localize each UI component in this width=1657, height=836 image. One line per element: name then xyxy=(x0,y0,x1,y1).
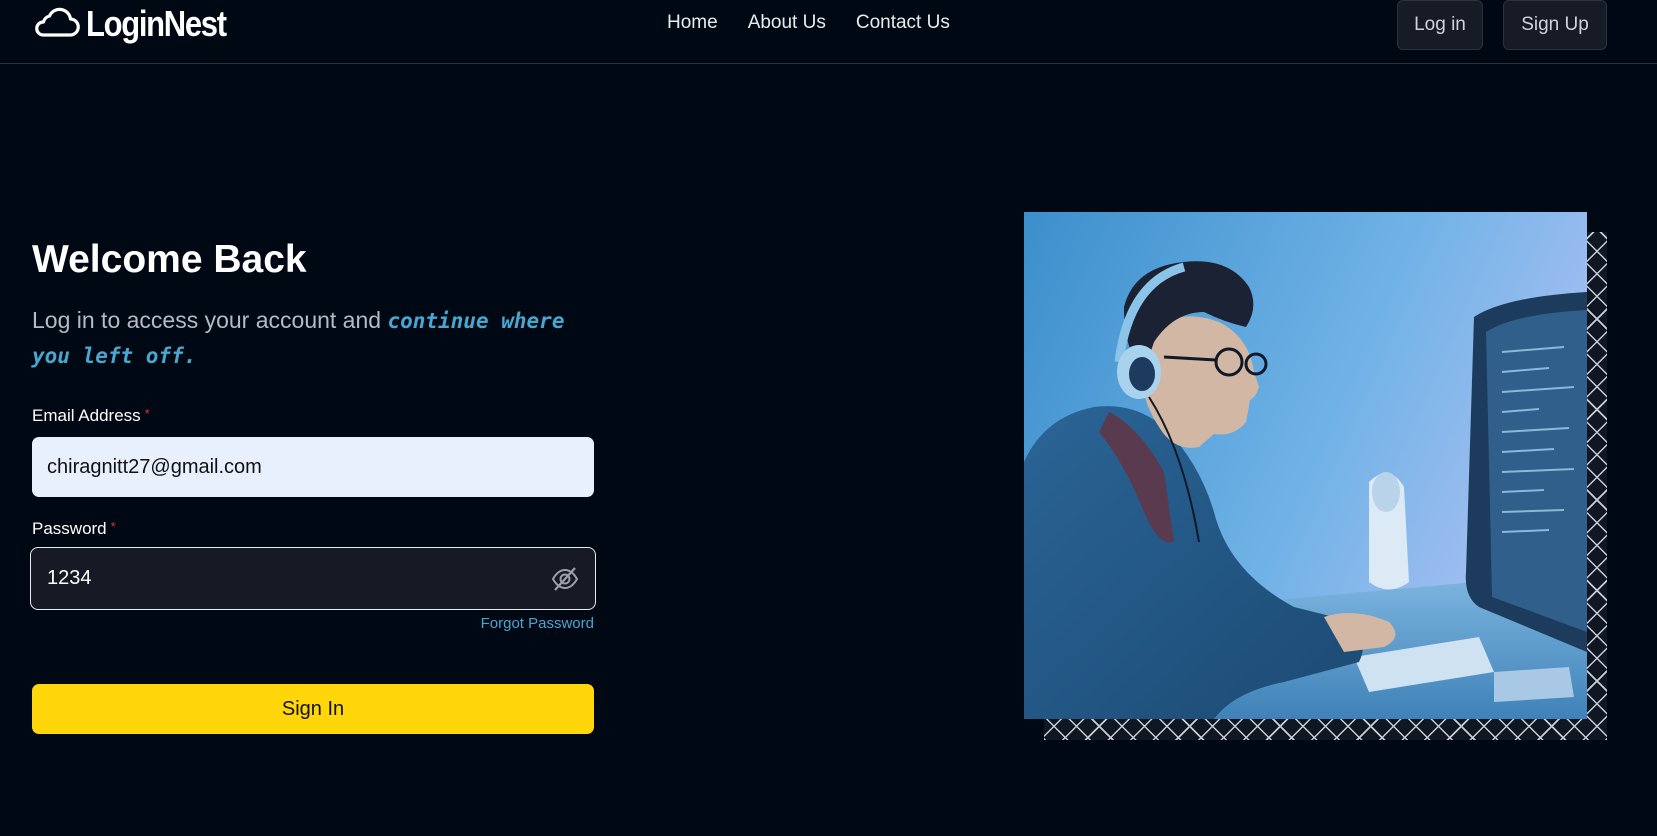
nav-link-home[interactable]: Home xyxy=(667,12,718,34)
email-label-text: Email Address xyxy=(32,406,141,425)
hero-image xyxy=(1024,212,1587,719)
main-nav: Home About Us Contact Us xyxy=(667,12,950,34)
page-title: Welcome Back xyxy=(32,238,307,281)
password-label: Password * xyxy=(32,519,116,539)
password-label-text: Password xyxy=(32,519,107,538)
sign-in-button[interactable]: Sign In xyxy=(32,684,594,734)
email-field[interactable] xyxy=(32,437,594,497)
subtitle-text: Log in to access your account and xyxy=(32,307,388,333)
brand-logo[interactable]: LoginNest xyxy=(32,3,249,44)
email-label: Email Address * xyxy=(32,406,150,426)
eye-slash-icon[interactable] xyxy=(550,564,580,594)
brand-name: LoginNest xyxy=(86,3,227,44)
password-field[interactable] xyxy=(33,550,593,607)
required-marker: * xyxy=(110,519,116,534)
signup-button[interactable]: Sign Up xyxy=(1503,0,1607,50)
forgot-password-link[interactable]: Forgot Password xyxy=(481,615,594,632)
top-navbar: LoginNest Home About Us Contact Us Log i… xyxy=(0,0,1657,64)
page-subtitle: Log in to access your account and contin… xyxy=(32,303,597,373)
password-field-wrapper xyxy=(30,547,596,610)
nav-link-contact-us[interactable]: Contact Us xyxy=(856,12,950,34)
cloud-icon xyxy=(32,6,80,43)
nav-link-about-us[interactable]: About Us xyxy=(748,12,826,34)
required-marker: * xyxy=(144,406,150,421)
login-button[interactable]: Log in xyxy=(1397,0,1483,50)
